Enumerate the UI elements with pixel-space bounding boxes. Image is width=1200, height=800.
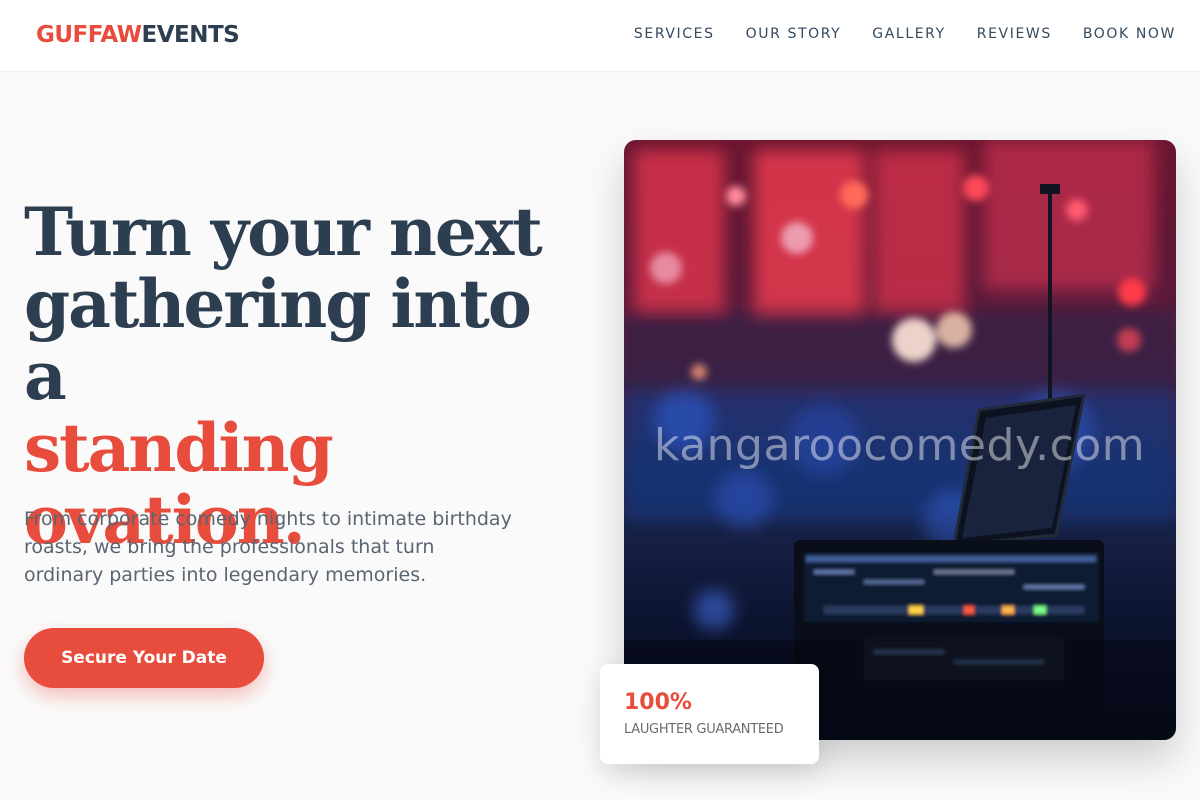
logo-part-events: EVENTS xyxy=(141,22,240,48)
main-nav: SERVICES OUR STORY GALLERY REVIEWS BOOK … xyxy=(634,25,1176,43)
headline-accent-1: standing xyxy=(24,409,334,487)
nav-link-book-now[interactable]: BOOK NOW xyxy=(1083,25,1176,43)
hero-photo: kangaroocomedy.com xyxy=(624,140,1176,740)
headline-line-1: Turn your next xyxy=(24,193,543,271)
badge-label: LAUGHTER GUARANTEED xyxy=(624,722,784,737)
watermark-text: kangaroocomedy.com xyxy=(654,420,1146,471)
hero-headline: Turn your next gathering into a standing… xyxy=(24,196,584,556)
stat-badge: 100% LAUGHTER GUARANTEED xyxy=(600,664,819,764)
secure-date-button[interactable]: Secure Your Date xyxy=(24,628,264,688)
nav-link-reviews[interactable]: REVIEWS xyxy=(977,25,1052,43)
nav-link-gallery[interactable]: GALLERY xyxy=(872,25,945,43)
badge-value: 100% xyxy=(624,690,692,715)
nav-link-services[interactable]: SERVICES xyxy=(634,25,715,43)
logo[interactable]: GUFFAWEVENTS xyxy=(36,21,240,49)
hero-subtext: From corporate comedy nights to intimate… xyxy=(24,508,512,586)
site-header: GUFFAWEVENTS SERVICES OUR STORY GALLERY … xyxy=(0,0,1200,72)
nav-link-our-story[interactable]: OUR STORY xyxy=(746,25,842,43)
headline-line-2: gathering into a xyxy=(24,265,532,415)
logo-part-guffaw: GUFFAW xyxy=(36,22,142,48)
